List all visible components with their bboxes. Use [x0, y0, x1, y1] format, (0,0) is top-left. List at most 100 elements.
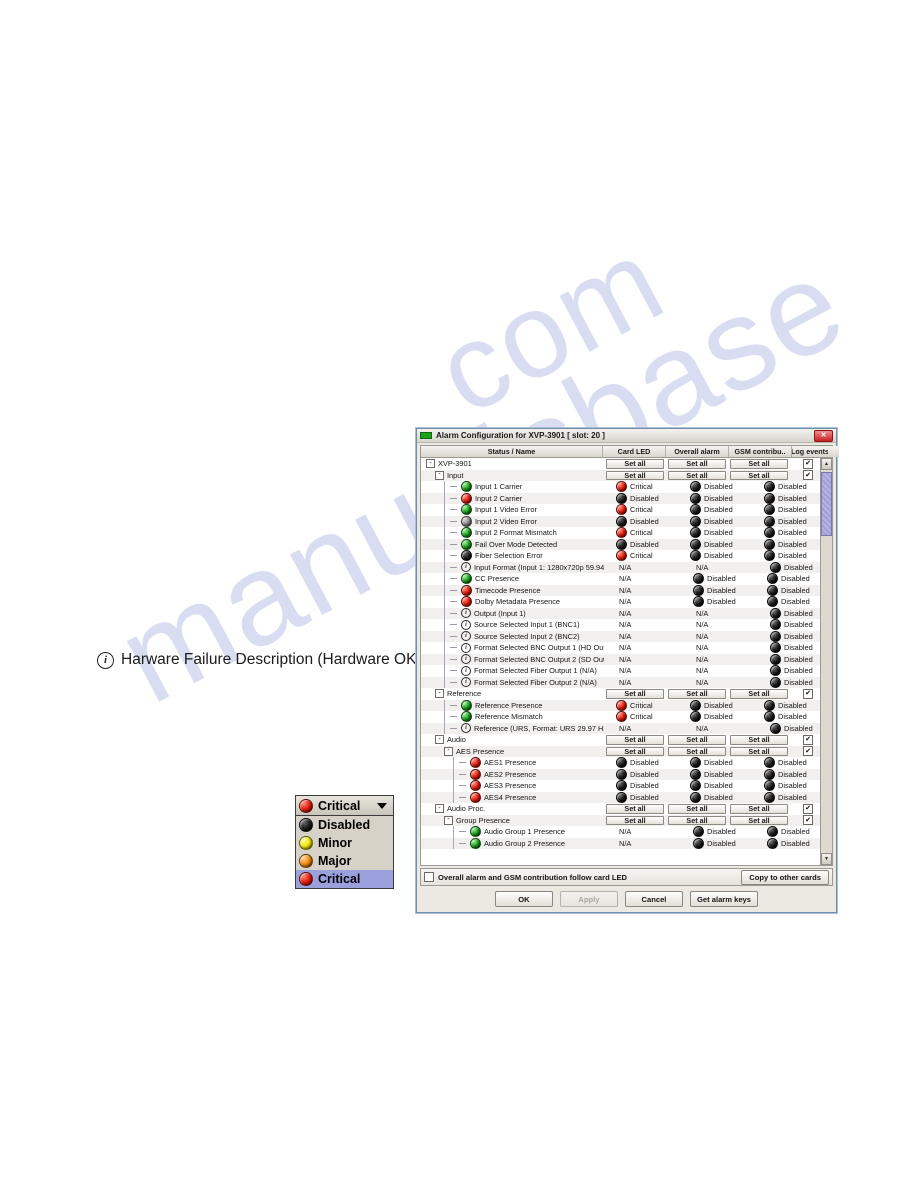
set-all-button[interactable]: Set all	[730, 470, 788, 480]
set-all-button[interactable]: Set all	[606, 746, 664, 756]
tree-collapse-icon[interactable]: -	[435, 735, 444, 745]
gsm-contribution-cell[interactable]: Disabled	[758, 653, 820, 666]
table-row[interactable]: CC PresenceN/ADisabledDisabled✔	[421, 573, 820, 585]
log-events-checkbox[interactable]: ✔	[803, 734, 813, 745]
close-icon[interactable]: ✕	[814, 429, 833, 442]
severity-option[interactable]: Major	[296, 852, 393, 870]
overall-alarm-cell[interactable]: Disabled	[681, 584, 755, 597]
set-all-button[interactable]: Set all	[730, 746, 788, 756]
gsm-contribution-cell[interactable]: Disabled	[752, 481, 820, 493]
table-row[interactable]: Input 1 CarrierCriticalDisabledDisabled✔	[421, 481, 820, 493]
column-header-card-led[interactable]: Card LED	[603, 446, 666, 457]
overall-alarm-cell[interactable]: Set all	[666, 688, 728, 700]
set-all-button[interactable]: Set all	[606, 689, 664, 699]
table-row[interactable]: Audio Group 2 Presence N/A Disabled Disable…	[421, 837, 820, 850]
gsm-contribution-cell[interactable]: Disabled	[755, 573, 820, 585]
table-row[interactable]: i Source Selected Input 1 (BNC1) N/A N/A Dis…	[421, 619, 820, 631]
table-row[interactable]: Input 2 Video Error Disabled Disabled Disab…	[421, 515, 820, 528]
overall-alarm-cell[interactable]: Disabled	[678, 768, 752, 781]
card-led-cell[interactable]: N/A	[604, 585, 681, 597]
card-led-cell[interactable]: Disabled	[604, 515, 678, 528]
overall-alarm-cell[interactable]: Disabled	[681, 826, 755, 838]
severity-option[interactable]: Critical	[296, 870, 393, 888]
gsm-contribution-cell[interactable]: Disabled	[752, 699, 820, 712]
scroll-down-icon[interactable]: ▼	[821, 853, 832, 865]
card-led-cell[interactable]: Disabled	[604, 757, 678, 769]
overall-alarm-cell[interactable]: N/A	[681, 723, 758, 735]
card-led-cell[interactable]: N/A	[604, 723, 681, 735]
set-all-button[interactable]: Set all	[606, 459, 664, 469]
gsm-contribution-cell[interactable]: Set all	[728, 746, 790, 758]
table-row[interactable]: i Reference (URS, Format: URS 29.97 Hz) N/…	[421, 722, 820, 735]
tree-collapse-icon[interactable]: -	[435, 689, 444, 699]
gsm-contribution-cell[interactable]: Set all	[728, 470, 790, 482]
log-events-checkbox[interactable]: ✔	[803, 803, 813, 814]
table-row[interactable]: Timecode PresenceN/ADisabledDisabled✔	[421, 584, 820, 597]
card-led-cell[interactable]: Critical	[604, 481, 678, 493]
card-led-cell[interactable]: N/A	[604, 838, 681, 850]
overall-alarm-cell[interactable]: N/A	[681, 619, 758, 631]
set-all-button[interactable]: Set all	[606, 470, 664, 480]
tree-collapse-icon[interactable]: -	[444, 815, 453, 825]
card-led-cell[interactable]: Critical	[604, 527, 678, 539]
table-row[interactable]: AES2 PresenceDisabledDisabledDisabled✔	[421, 768, 820, 781]
overall-alarm-cell[interactable]: Disabled	[678, 527, 752, 539]
severity-dropdown[interactable]: Critical Disabled Minor Major Critical	[295, 795, 394, 889]
gsm-contribution-cell[interactable]: Disabled	[752, 515, 820, 528]
card-led-cell[interactable]: N/A	[604, 619, 681, 631]
gsm-contribution-cell[interactable]: Set all	[728, 458, 790, 470]
card-led-cell[interactable]: Critical	[604, 711, 678, 723]
card-led-cell[interactable]: Critical	[604, 550, 678, 562]
cancel-button[interactable]: Cancel	[624, 891, 683, 907]
table-row[interactable]: i Format Selected Fiber Output 1 (N/A) N/A…	[421, 665, 820, 677]
gsm-contribution-cell[interactable]: Disabled	[752, 791, 820, 804]
overall-alarm-cell[interactable]: Disabled	[678, 515, 752, 528]
log-events-checkbox[interactable]: ✔	[803, 815, 813, 826]
log-events-checkbox[interactable]: ✔	[803, 458, 813, 469]
log-events-checkbox[interactable]: ✔	[803, 470, 813, 481]
set-all-button[interactable]: Set all	[606, 815, 664, 825]
card-led-cell[interactable]: Disabled	[604, 768, 678, 781]
log-events-checkbox[interactable]: ✔	[803, 688, 813, 699]
table-row[interactable]: Input 2 CarrierDisabledDisabledDisabled✔	[421, 492, 820, 505]
set-all-button[interactable]: Set all	[730, 735, 788, 745]
gsm-contribution-cell[interactable]: Disabled	[752, 757, 820, 769]
set-all-button[interactable]: Set all	[668, 470, 726, 480]
overall-alarm-cell[interactable]: N/A	[681, 562, 758, 574]
overall-alarm-cell[interactable]: Set all	[666, 470, 728, 482]
card-led-cell[interactable]: N/A	[604, 665, 681, 677]
gsm-contribution-cell[interactable]: Disabled	[755, 584, 820, 597]
card-led-cell[interactable]: Set all	[604, 688, 666, 700]
log-events-cell[interactable]: ✔	[790, 734, 820, 746]
log-events-cell[interactable]: ✔	[790, 803, 820, 815]
dialog-titlebar[interactable]: Alarm Configuration for XVP-3901 [ slot:…	[417, 429, 836, 443]
column-header-gsm-contribution[interactable]: GSM contribu..	[729, 446, 792, 457]
table-row[interactable]: AES1 PresenceDisabledDisabledDisabled✔	[421, 757, 820, 769]
card-led-cell[interactable]: Set all	[604, 734, 666, 746]
severity-dropdown-selected[interactable]: Critical	[296, 796, 393, 816]
card-led-cell[interactable]: N/A	[604, 826, 681, 838]
card-led-cell[interactable]: Critical	[604, 699, 678, 712]
card-led-cell[interactable]: N/A	[604, 631, 681, 643]
scrollbar-thumb[interactable]	[821, 472, 832, 536]
card-led-cell[interactable]: Set all	[604, 815, 666, 827]
card-led-cell[interactable]: N/A	[604, 677, 681, 689]
table-row[interactable]: i Format Selected Fiber Output 2 (N/A) N/A…	[421, 676, 820, 689]
overall-alarm-cell[interactable]: Disabled	[678, 492, 752, 505]
overall-alarm-cell[interactable]: Disabled	[681, 837, 755, 850]
card-led-cell[interactable]: N/A	[604, 608, 681, 620]
card-led-cell[interactable]: N/A	[604, 573, 681, 585]
column-header-overall-alarm[interactable]: Overall alarm	[666, 446, 729, 457]
gsm-contribution-cell[interactable]: Set all	[728, 734, 790, 746]
gsm-contribution-cell[interactable]: Set all	[728, 803, 790, 815]
gsm-contribution-cell[interactable]: Disabled	[752, 768, 820, 781]
log-events-cell[interactable]: ✔	[790, 815, 820, 827]
gsm-contribution-cell[interactable]: Disabled	[752, 527, 820, 539]
table-row[interactable]: AES4 PresenceDisabledDisabledDisabled✔	[421, 791, 820, 804]
gsm-contribution-cell[interactable]: Disabled	[755, 596, 820, 608]
table-row[interactable]: Reference Mismatch Critical Disabled Disabl…	[421, 711, 820, 723]
overall-alarm-cell[interactable]: Disabled	[678, 550, 752, 562]
log-events-checkbox[interactable]: ✔	[803, 746, 813, 757]
set-all-button[interactable]: Set all	[668, 689, 726, 699]
tree-collapse-icon[interactable]: -	[435, 804, 444, 814]
